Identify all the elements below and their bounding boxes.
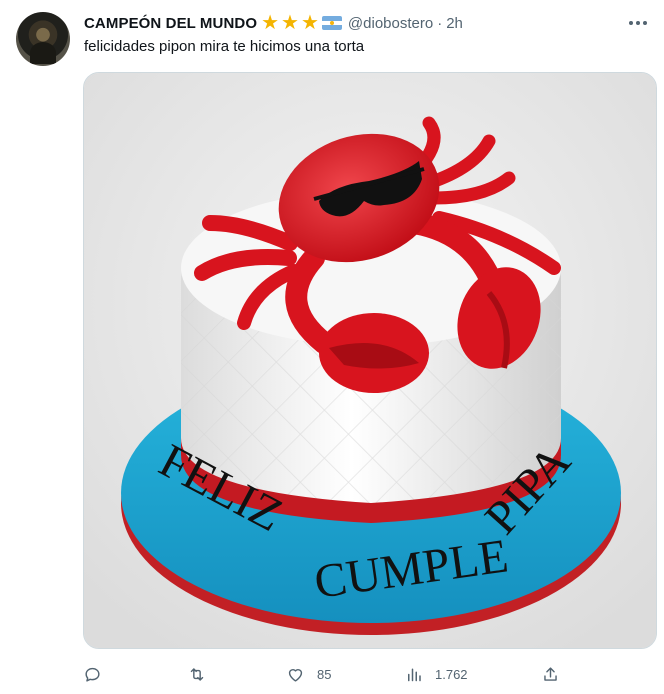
like-button[interactable]: 85 xyxy=(286,660,331,688)
tweet-text: felicidades pipon mira te hicimos una to… xyxy=(84,38,365,55)
tweet-actions: 85 1.762 xyxy=(83,660,573,688)
heart-icon xyxy=(286,665,305,684)
share-icon xyxy=(541,665,560,684)
argentina-flag-icon xyxy=(321,16,342,30)
tweet: CAMPEÓN DEL MUNDO ★ ★ ★ @diobostero · 2h… xyxy=(0,0,664,694)
like-count: 85 xyxy=(317,666,332,682)
views-count: 1.762 xyxy=(435,666,468,682)
timestamp[interactable]: 2h xyxy=(446,15,463,32)
tweet-image[interactable]: FELIZ CUMPLE PIPA xyxy=(83,72,657,649)
tweet-header: CAMPEÓN DEL MUNDO ★ ★ ★ @diobostero · 2h xyxy=(84,12,648,34)
star-icon: ★ xyxy=(281,12,299,34)
retweet-button[interactable] xyxy=(187,660,219,688)
reply-icon xyxy=(83,665,102,684)
views-icon xyxy=(405,665,423,684)
badge-group: ★ ★ ★ xyxy=(261,13,348,33)
handle[interactable]: @diobostero xyxy=(348,15,433,32)
star-icon: ★ xyxy=(300,12,319,34)
share-button[interactable] xyxy=(541,660,572,688)
reply-button[interactable] xyxy=(83,660,114,688)
more-icon xyxy=(628,20,648,26)
display-name[interactable]: CAMPEÓN DEL MUNDO xyxy=(84,15,257,32)
retweet-icon xyxy=(187,665,207,684)
more-options-button[interactable] xyxy=(624,12,652,34)
avatar[interactable] xyxy=(16,12,70,66)
star-icon: ★ xyxy=(261,12,280,34)
separator: · xyxy=(437,14,443,32)
views-button[interactable]: 1.762 xyxy=(405,660,468,688)
